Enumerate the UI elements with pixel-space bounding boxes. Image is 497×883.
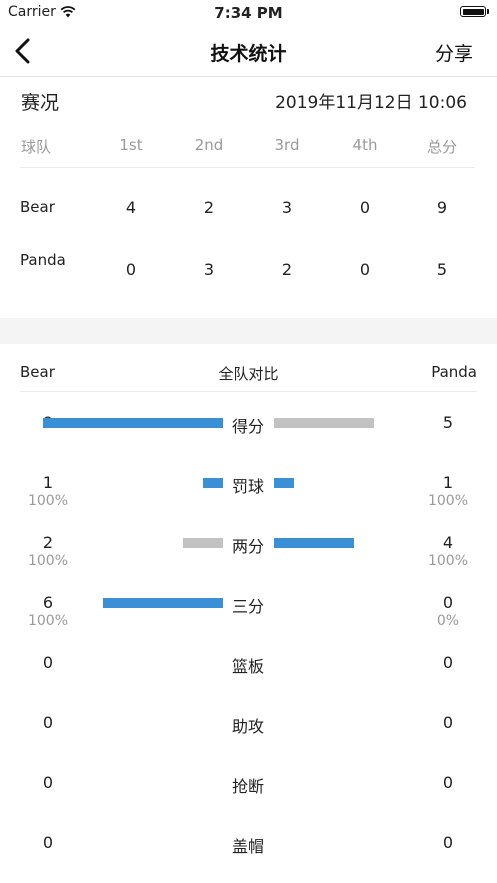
header-q2: 2nd xyxy=(194,136,224,154)
compare-left-bar xyxy=(183,538,223,548)
compare-right-pct: 100% xyxy=(427,493,469,509)
compare-left-value: 0 xyxy=(42,713,54,732)
navigation-bar: 技术统计 分享 xyxy=(0,26,497,77)
panda-total: 5 xyxy=(436,260,448,279)
header-q3: 3rd xyxy=(274,136,300,154)
score-team-bear: Bear xyxy=(20,198,55,216)
compare-right-value: 4 xyxy=(442,533,454,552)
compare-right-value: 0 xyxy=(442,593,454,612)
battery-tip xyxy=(487,9,489,14)
compare-stat-label: 罚球 xyxy=(231,477,264,496)
page-title: 技术统计 xyxy=(210,43,287,65)
compare-stat-label: 抢断 xyxy=(231,777,264,796)
header-total: 总分 xyxy=(426,138,457,156)
compare-left-bar xyxy=(43,418,223,428)
clock: 7:34 PM xyxy=(214,4,283,22)
compare-right-bar xyxy=(274,538,354,548)
compare-stat-label: 助攻 xyxy=(231,717,264,736)
compare-right-pct: 100% xyxy=(427,553,469,569)
compare-left-value: 0 xyxy=(42,773,54,792)
bear-q2: 2 xyxy=(203,198,215,217)
header-q4: 4th xyxy=(352,136,378,154)
compare-left-value: 6 xyxy=(42,593,54,612)
compare-right-value: 0 xyxy=(442,773,454,792)
compare-right-bar xyxy=(274,478,294,488)
compare-title: 全队对比 xyxy=(218,365,279,383)
header-team: 球队 xyxy=(21,138,52,156)
compare-left-pct: 100% xyxy=(27,553,69,569)
compare-right-value: 0 xyxy=(442,713,454,732)
panda-q2: 3 xyxy=(203,260,215,279)
compare-stat-label: 三分 xyxy=(231,597,264,616)
header-q1: 1st xyxy=(119,136,143,154)
section-title-game: 赛况 xyxy=(21,92,60,114)
compare-left-value: 0 xyxy=(42,653,54,672)
compare-left-value: 2 xyxy=(42,533,54,552)
section-separator xyxy=(0,318,497,344)
compare-stat-label: 得分 xyxy=(231,417,264,436)
bear-total: 9 xyxy=(436,198,448,217)
compare-right-value: 0 xyxy=(442,653,454,672)
compare-right-pct: 0% xyxy=(436,613,460,629)
compare-left-bar xyxy=(103,598,223,608)
compare-right-team: Panda xyxy=(431,363,477,381)
share-button[interactable]: 分享 xyxy=(435,39,473,66)
score-divider xyxy=(20,167,475,168)
compare-right-value: 0 xyxy=(442,833,454,852)
compare-right-value: 1 xyxy=(442,473,454,492)
compare-left-value: 0 xyxy=(42,833,54,852)
compare-divider xyxy=(20,391,477,392)
bear-q3: 3 xyxy=(281,198,293,217)
bear-q1: 4 xyxy=(125,198,137,217)
panda-q1: 0 xyxy=(125,260,137,279)
status-bar: Carrier 7:34 PM xyxy=(0,0,497,26)
compare-left-bar xyxy=(203,478,223,488)
compare-stat-label: 篮板 xyxy=(231,657,264,676)
compare-right-value: 5 xyxy=(442,413,454,432)
compare-stat-label: 两分 xyxy=(231,537,264,556)
compare-left-value: 1 xyxy=(42,473,54,492)
compare-right-bar xyxy=(274,418,374,428)
compare-stat-label: 盖帽 xyxy=(231,837,264,856)
score-team-panda: Panda xyxy=(20,251,66,269)
bear-q4: 0 xyxy=(359,198,371,217)
panda-q4: 0 xyxy=(359,260,371,279)
compare-left-pct: 100% xyxy=(27,493,69,509)
panda-q3: 2 xyxy=(281,260,293,279)
battery-icon xyxy=(460,6,486,17)
game-datetime: 2019年11月12日 10:06 xyxy=(275,93,467,113)
compare-left-pct: 100% xyxy=(27,613,69,629)
